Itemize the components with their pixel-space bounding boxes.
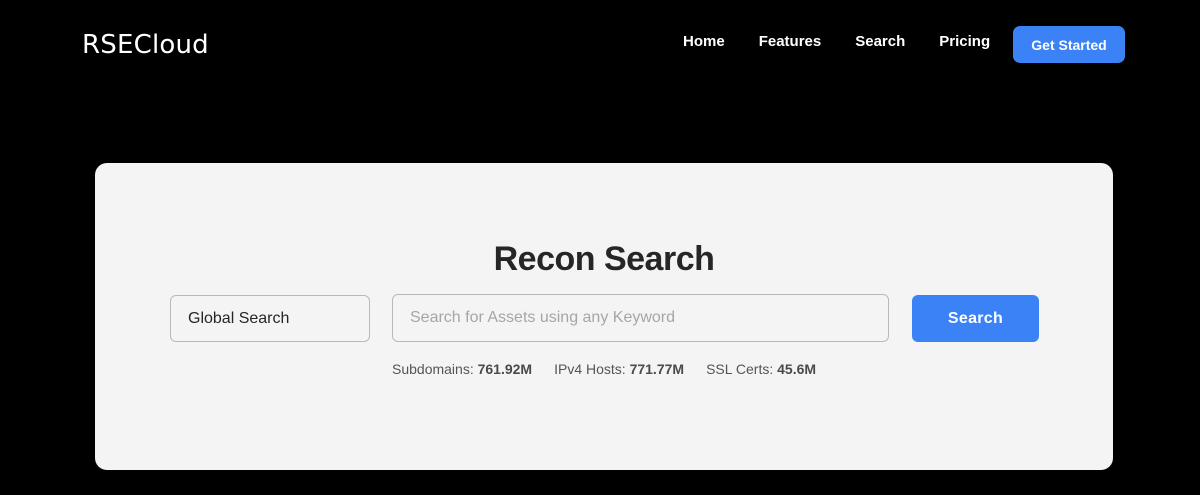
stat-label: Subdomains: bbox=[392, 361, 474, 377]
site-header: RSECloud Home Features Search Pricing Ge… bbox=[0, 0, 1200, 90]
search-input[interactable] bbox=[392, 294, 889, 342]
stat-ssl-certs: SSL Certs: 45.6M bbox=[706, 360, 816, 378]
stat-ipv4-hosts: IPv4 Hosts: 771.77M bbox=[554, 360, 684, 378]
search-button[interactable]: Search bbox=[912, 295, 1039, 342]
nav-link-features[interactable]: Features bbox=[759, 32, 822, 52]
main-nav: Home Features Search Pricing bbox=[683, 32, 990, 52]
search-scope-select[interactable]: Global Search bbox=[170, 295, 370, 342]
recon-search-card: Recon Search Global Search Search Subdom… bbox=[95, 163, 1113, 470]
stat-value: 761.92M bbox=[477, 361, 533, 377]
stat-label: IPv4 Hosts: bbox=[554, 361, 626, 377]
nav-link-pricing[interactable]: Pricing bbox=[939, 32, 990, 52]
stat-value: 45.6M bbox=[777, 361, 817, 377]
stat-subdomains: Subdomains: 761.92M bbox=[392, 360, 532, 378]
dataset-stats: Subdomains: 761.92M IPv4 Hosts: 771.77M … bbox=[392, 360, 816, 378]
brand-logo[interactable]: RSECloud bbox=[82, 28, 209, 62]
nav-link-search[interactable]: Search bbox=[855, 32, 905, 52]
nav-link-home[interactable]: Home bbox=[683, 32, 725, 52]
stat-value: 771.77M bbox=[629, 361, 685, 377]
page: RSECloud Home Features Search Pricing Ge… bbox=[0, 0, 1200, 495]
get-started-button[interactable]: Get Started bbox=[1013, 26, 1125, 63]
stat-label: SSL Certs: bbox=[706, 361, 774, 377]
page-title: Recon Search bbox=[493, 240, 715, 278]
